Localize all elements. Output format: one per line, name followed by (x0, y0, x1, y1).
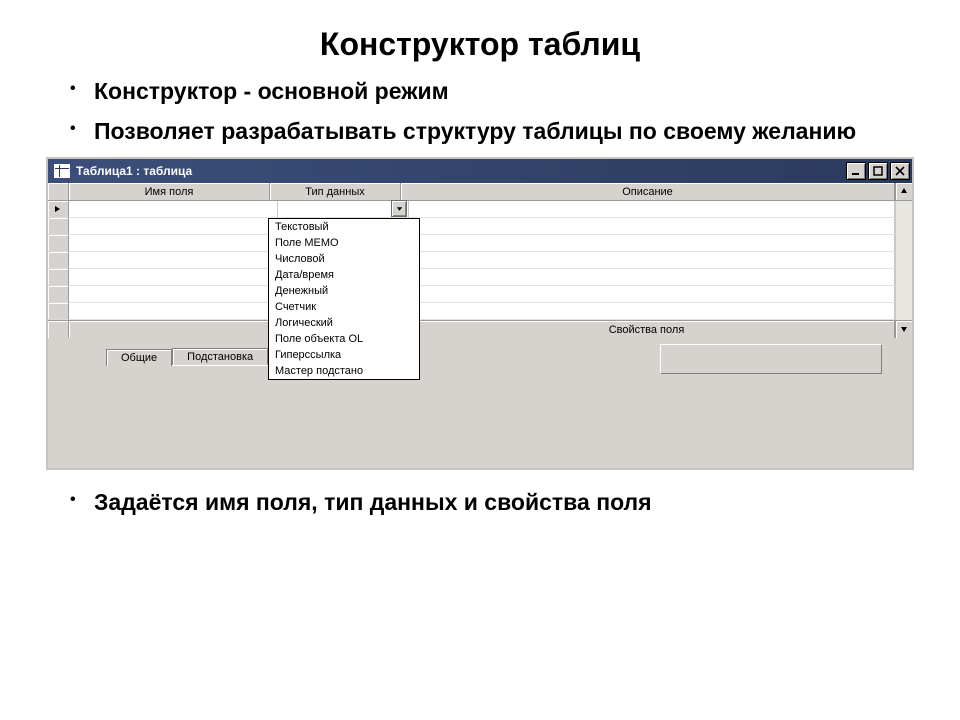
field-properties-label: Свойства поля (399, 320, 895, 338)
scrollbar-vertical[interactable] (895, 303, 912, 320)
scrollbar-vertical[interactable] (895, 252, 912, 269)
cell-description[interactable] (409, 303, 895, 320)
designer-grid: Имя поля Тип данных Описание (48, 183, 912, 338)
dropdown-option[interactable]: Поле MEMO (269, 235, 419, 251)
dropdown-option[interactable]: Числовой (269, 251, 419, 267)
data-type-combobox[interactable] (278, 201, 408, 217)
grid-header-row: Имя поля Тип данных Описание (48, 183, 912, 201)
dropdown-option[interactable]: Гиперссылка (269, 347, 419, 363)
cell-description[interactable] (409, 252, 895, 269)
row-selector[interactable] (48, 303, 69, 320)
cell-description[interactable] (409, 235, 895, 252)
cell-description[interactable] (409, 201, 895, 218)
dropdown-option[interactable]: Поле объекта OL (269, 331, 419, 347)
scrollbar-vertical[interactable] (895, 269, 912, 286)
dropdown-option[interactable]: Дата/время (269, 267, 419, 283)
table-icon (54, 164, 70, 178)
bullet-list-top: Конструктор - основной режим Позволяет р… (70, 77, 920, 147)
row-selector[interactable] (48, 235, 69, 252)
grid-row[interactable] (48, 218, 912, 235)
dropdown-option[interactable]: Мастер подстано (269, 363, 419, 379)
row-selector[interactable] (48, 218, 69, 235)
scrollbar-vertical[interactable] (895, 235, 912, 252)
bullet-item: Позволяет разрабатывать структуру таблиц… (70, 117, 920, 147)
grid-row[interactable] (48, 252, 912, 269)
tab-general[interactable]: Общие (106, 349, 172, 366)
maximize-button[interactable] (868, 162, 888, 180)
dropdown-option[interactable]: Текстовый (269, 219, 419, 235)
scrollbar-vertical[interactable] (895, 218, 912, 235)
property-hint-box (660, 344, 882, 374)
table-designer-window: Таблица1 : таблица Имя поля Тип данных О (46, 157, 914, 470)
slide-title: Конструктор таблиц (40, 26, 920, 63)
scrollbar-vertical[interactable] (895, 201, 912, 218)
data-type-dropdown-list[interactable]: Текстовый Поле MEMO Числовой Дата/время … (268, 218, 420, 380)
bullet-item: Конструктор - основной режим (70, 77, 920, 107)
column-header-description[interactable]: Описание (401, 183, 895, 201)
cell-field-name[interactable] (69, 269, 278, 286)
cell-description[interactable] (409, 218, 895, 235)
cell-data-type[interactable] (278, 201, 409, 218)
cell-field-name[interactable] (69, 303, 278, 320)
dropdown-option[interactable]: Счетчик (269, 299, 419, 315)
cell-description[interactable] (409, 269, 895, 286)
grid-body: Текстовый Поле MEMO Числовой Дата/время … (48, 201, 912, 320)
cell-field-name[interactable] (69, 235, 278, 252)
bullet-item: Задаётся имя поля, тип данных и свойства… (70, 488, 920, 518)
cell-field-name[interactable] (69, 252, 278, 269)
grid-row[interactable] (48, 201, 912, 218)
grid-row[interactable] (48, 303, 912, 320)
tab-lookup[interactable]: Подстановка (172, 348, 268, 365)
cell-field-name[interactable] (69, 286, 278, 303)
grid-row[interactable] (48, 286, 912, 303)
close-button[interactable] (890, 162, 910, 180)
dropdown-option[interactable]: Денежный (269, 283, 419, 299)
grid-row[interactable] (48, 269, 912, 286)
row-selector[interactable] (48, 252, 69, 269)
row-selector[interactable] (48, 286, 69, 303)
row-selector[interactable] (48, 320, 69, 338)
titlebar-caption-area: Таблица1 : таблица (54, 164, 192, 178)
field-properties-header: Свойства поля (48, 320, 912, 338)
minimize-button[interactable] (846, 162, 866, 180)
scrollbar-vertical[interactable] (895, 286, 912, 303)
grid-row[interactable] (48, 235, 912, 252)
window-caption: Таблица1 : таблица (76, 164, 192, 178)
slide: Конструктор таблиц Конструктор - основно… (0, 0, 960, 720)
column-header-field-name[interactable]: Имя поля (69, 183, 270, 201)
combo-dropdown-button[interactable] (391, 200, 407, 217)
bullet-list-bottom: Задаётся имя поля, тип данных и свойства… (70, 488, 920, 518)
row-selector-header[interactable] (48, 183, 69, 201)
field-properties-panel: Общие Подстановка (48, 338, 912, 468)
scroll-up-button[interactable] (895, 183, 912, 201)
dropdown-option[interactable]: Логический (269, 315, 419, 331)
cell-field-name[interactable] (69, 218, 278, 235)
cell-field-name[interactable] (69, 201, 278, 218)
window-control-buttons (846, 162, 910, 180)
scroll-down-button[interactable] (895, 320, 912, 338)
cell-description[interactable] (409, 286, 895, 303)
column-header-data-type[interactable]: Тип данных (270, 183, 401, 201)
window-titlebar[interactable]: Таблица1 : таблица (48, 159, 912, 183)
row-selector-current[interactable] (48, 201, 69, 218)
row-selector[interactable] (48, 269, 69, 286)
